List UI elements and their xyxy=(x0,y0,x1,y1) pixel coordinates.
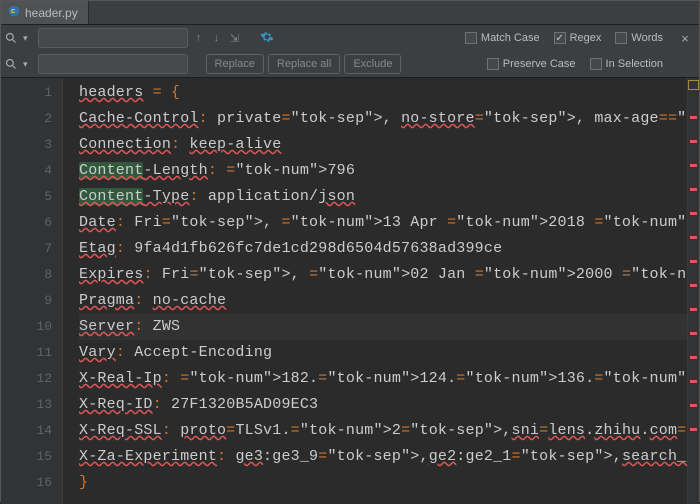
line-number: 6 xyxy=(1,210,52,236)
line-number: 1 xyxy=(1,80,52,106)
search-history-dropdown-icon[interactable]: ▾ xyxy=(23,33,28,44)
line-number: 5 xyxy=(1,184,52,210)
code-line[interactable]: X-Req-ID: 27F1320B5AD09EC3 xyxy=(79,392,699,418)
error-stripe-mark[interactable] xyxy=(690,356,697,359)
prev-match-icon[interactable]: ↑ xyxy=(192,32,206,44)
replace-button[interactable]: Replace xyxy=(206,54,264,74)
select-all-icon[interactable]: ⇲ xyxy=(228,32,242,45)
regex-label: Regex xyxy=(570,32,602,44)
code-line[interactable]: Cache-Control: private="tok-sep">, no-st… xyxy=(79,106,699,132)
line-number: 16 xyxy=(1,470,52,496)
error-stripe-mark[interactable] xyxy=(690,164,697,167)
words-label: Words xyxy=(631,32,663,44)
code-line[interactable]: Date: Fri="tok-sep">, ="tok-num">13 Apr … xyxy=(79,210,699,236)
line-number: 15 xyxy=(1,444,52,470)
error-stripe-mark[interactable] xyxy=(690,212,697,215)
file-tab-label: header.py xyxy=(25,6,78,20)
search-icon xyxy=(3,32,19,44)
line-number: 7 xyxy=(1,236,52,262)
tab-bar: header.py xyxy=(1,1,699,25)
code-line[interactable]: Expires: Fri="tok-sep">, ="tok-num">02 J… xyxy=(79,262,699,288)
code-line[interactable]: Connection: keep-alive xyxy=(79,132,699,158)
code-line[interactable]: X-Real-Ip: ="tok-num">182.="tok-num">124… xyxy=(79,366,699,392)
replace-input[interactable] xyxy=(38,54,188,74)
match-case-label: Match Case xyxy=(481,32,540,44)
error-stripe-mark[interactable] xyxy=(690,428,697,431)
code-line[interactable]: } xyxy=(79,470,699,496)
error-stripe-mark[interactable] xyxy=(690,236,697,239)
analysis-indicator[interactable] xyxy=(688,80,699,90)
code-line[interactable]: X-Req-SSL: proto=TLSv1.="tok-num">2="tok… xyxy=(79,418,699,444)
code-line[interactable]: headers = { xyxy=(79,80,699,106)
line-number: 9 xyxy=(1,288,52,314)
preserve-case-label: Preserve Case xyxy=(503,58,576,70)
error-stripe-mark[interactable] xyxy=(690,284,697,287)
error-stripe-mark[interactable] xyxy=(690,116,697,119)
code-line[interactable]: Vary: Accept-Encoding xyxy=(79,340,699,366)
regex-checkbox[interactable]: ✓Regex xyxy=(554,32,602,44)
error-stripe-mark[interactable] xyxy=(690,404,697,407)
in-selection-label: In Selection xyxy=(606,58,663,70)
replace-all-button[interactable]: Replace all xyxy=(268,54,340,74)
code-line[interactable]: Pragma: no-cache xyxy=(79,288,699,314)
in-selection-checkbox[interactable]: In Selection xyxy=(590,58,663,70)
error-stripe[interactable] xyxy=(687,78,699,504)
error-stripe-mark[interactable] xyxy=(690,140,697,143)
replace-history-dropdown-icon[interactable]: ▾ xyxy=(23,59,28,70)
code-line[interactable]: Server: ZWS xyxy=(79,314,699,340)
line-number: 8 xyxy=(1,262,52,288)
code-line[interactable]: Etag: 9fa4d1fb626fc7de1cd298d6504d57638a… xyxy=(79,236,699,262)
code-line[interactable]: Content-Type: application/json xyxy=(79,184,699,210)
line-number: 12 xyxy=(1,366,52,392)
line-number: 3 xyxy=(1,132,52,158)
match-case-checkbox[interactable]: Match Case xyxy=(465,32,540,44)
line-number: 14 xyxy=(1,418,52,444)
error-stripe-mark[interactable] xyxy=(690,332,697,335)
file-tab[interactable]: header.py xyxy=(1,1,89,24)
code-line[interactable]: X-Za-Experiment: ge3:ge3_9="tok-sep">,ge… xyxy=(79,444,699,470)
editor-area[interactable]: 12345678910111213141516 headers = {Cache… xyxy=(1,78,699,504)
line-number: 10 xyxy=(1,314,52,340)
line-number: 4 xyxy=(1,158,52,184)
preserve-case-checkbox[interactable]: Preserve Case xyxy=(487,58,576,70)
error-stripe-mark[interactable] xyxy=(690,308,697,311)
line-number: 13 xyxy=(1,392,52,418)
error-stripe-mark[interactable] xyxy=(690,260,697,263)
next-match-icon[interactable]: ↓ xyxy=(210,32,224,44)
exclude-button[interactable]: Exclude xyxy=(344,54,401,74)
replace-icon xyxy=(3,58,19,70)
line-number: 2 xyxy=(1,106,52,132)
error-stripe-mark[interactable] xyxy=(690,188,697,191)
line-number: 11 xyxy=(1,340,52,366)
words-checkbox[interactable]: Words xyxy=(615,32,663,44)
code-line[interactable]: Content-Length: ="tok-num">796 xyxy=(79,158,699,184)
python-file-icon xyxy=(7,4,21,21)
find-replace-panel: ▾ ↑ ↓ ⇲ Match Case ✓Regex Words × ▾ Repl… xyxy=(1,25,699,78)
search-input[interactable] xyxy=(38,28,188,48)
close-icon[interactable]: × xyxy=(677,31,693,46)
line-gutter: 12345678910111213141516 xyxy=(1,78,63,504)
code-content[interactable]: headers = {Cache-Control: private="tok-s… xyxy=(63,78,699,504)
gear-icon[interactable] xyxy=(260,30,274,47)
error-stripe-mark[interactable] xyxy=(690,380,697,383)
